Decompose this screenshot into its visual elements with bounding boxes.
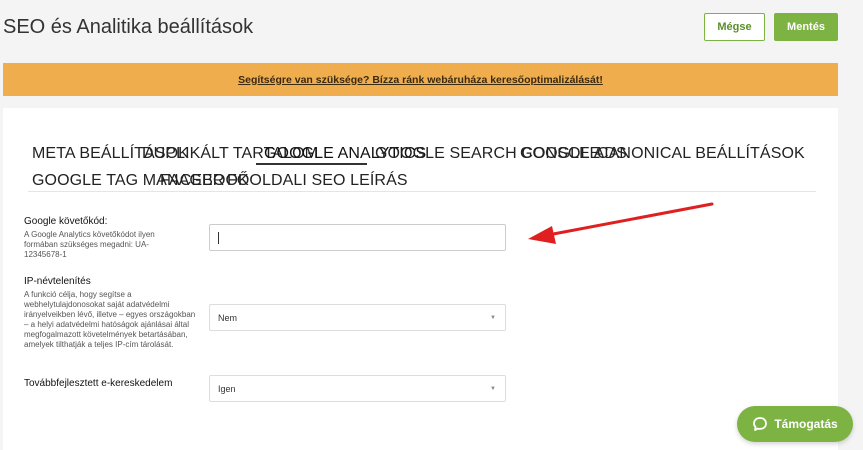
tracking-code-help: A Google Analytics követőkódot ilyen for…	[24, 230, 155, 259]
tab-canonical[interactable]: CANONICAL BEÁLLÍTÁSOK	[597, 145, 805, 163]
cancel-button[interactable]: Mégse	[704, 13, 765, 41]
support-button[interactable]: Támogatás	[737, 406, 853, 442]
enhanced-ecommerce-select[interactable]: Igen ▼	[209, 375, 506, 402]
chat-bubble-icon	[753, 417, 768, 431]
tracking-code-label: Google követőkód:	[24, 216, 108, 227]
dropdown-arrow-icon: ▼	[490, 386, 496, 392]
tab-homepage-seo[interactable]: FŐOLDALI SEO LEÍRÁS	[227, 172, 408, 190]
ip-anonymization-help: A funkció célja, hogy segítse a webhelyt…	[24, 290, 196, 349]
save-button[interactable]: Mentés	[774, 13, 838, 41]
ip-anonymization-value: Nem	[218, 312, 238, 323]
page-title: SEO és Analitika beállítások	[3, 16, 254, 38]
tabs-divider	[28, 191, 816, 192]
enhanced-ecommerce-value: Igen	[218, 383, 236, 394]
tracking-code-input[interactable]	[209, 224, 506, 251]
support-label: Támogatás	[774, 417, 838, 431]
text-caret	[218, 232, 219, 244]
active-tab-indicator	[256, 163, 367, 165]
seo-help-link[interactable]: Segítségre van szüksége? Bízza ránk webá…	[238, 74, 603, 86]
ip-anonymization-select[interactable]: Nem ▼	[209, 304, 506, 331]
seo-help-banner: Segítségre van szüksége? Bízza ránk webá…	[3, 63, 838, 96]
ip-anonymization-label: IP-névtelenítés	[24, 276, 91, 287]
dropdown-arrow-icon: ▼	[490, 315, 496, 321]
enhanced-ecommerce-label: Továbbfejlesztett e-kereskedelem	[24, 378, 173, 389]
